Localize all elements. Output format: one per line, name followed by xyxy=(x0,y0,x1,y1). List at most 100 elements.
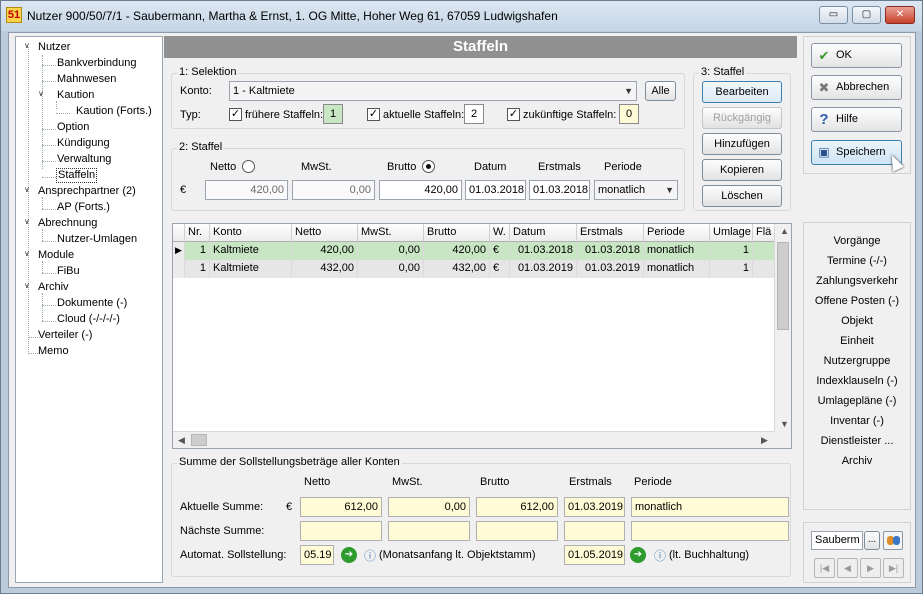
periode-dropdown[interactable]: monatlich ▼ xyxy=(594,180,678,200)
link-vorgaenge[interactable]: Vorgänge xyxy=(803,235,911,247)
column-header-konto[interactable]: Konto xyxy=(210,224,292,242)
scroll-thumb[interactable] xyxy=(777,242,789,330)
vertical-scrollbar[interactable]: ▲ ▼ xyxy=(774,224,791,432)
cell-datum: 01.03.2018 xyxy=(510,242,577,260)
brutto-radio[interactable] xyxy=(422,160,435,173)
tree-item-kaution[interactable]: Kaution xyxy=(57,89,94,102)
go-arrow-icon[interactable]: ➔ xyxy=(341,547,357,563)
user-select-button[interactable]: ... xyxy=(864,531,880,550)
link-archiv[interactable]: Archiv xyxy=(803,455,911,467)
loeschen-button[interactable]: Löschen xyxy=(702,185,782,207)
tree-item-nutzer[interactable]: Nutzer xyxy=(38,41,70,54)
tree-item-nutzer-umlagen[interactable]: Nutzer-Umlagen xyxy=(57,233,137,246)
tree-item-bankverbindung[interactable]: Bankverbindung xyxy=(57,57,137,70)
link-objekt[interactable]: Objekt xyxy=(803,315,911,327)
go-arrow-icon[interactable]: ➔ xyxy=(630,547,646,563)
tree-item-ansprechpartner[interactable]: Ansprechpartner (2) xyxy=(38,185,136,198)
zukuenftige-staffeln-label: zukünftige Staffeln: xyxy=(523,109,617,121)
minimize-button[interactable]: ▭ xyxy=(819,6,848,24)
fruehere-staffeln-checkbox[interactable]: ✓ xyxy=(229,108,242,121)
column-header-netto[interactable]: Netto xyxy=(292,224,358,242)
nav-first-icon[interactable]: |◀ xyxy=(814,558,835,578)
alle-button[interactable]: Alle xyxy=(645,81,676,101)
link-einheit[interactable]: Einheit xyxy=(803,335,911,347)
ok-button[interactable]: ✔ OK xyxy=(811,43,902,68)
kopieren-button[interactable]: Kopieren xyxy=(702,159,782,181)
link-umlageplaene[interactable]: Umlagepläne (-) xyxy=(803,395,911,407)
abbrechen-button[interactable]: ✖ Abbrechen xyxy=(811,75,902,100)
tree-item-option[interactable]: Option xyxy=(57,121,89,134)
tree-item-kaution-forts[interactable]: Kaution (Forts.) xyxy=(76,105,152,118)
tree-item-ap-forts[interactable]: AP (Forts.) xyxy=(57,201,110,214)
scroll-right-icon[interactable]: ▶ xyxy=(761,435,768,446)
users-icon[interactable] xyxy=(883,531,903,550)
link-dienstleister[interactable]: Dienstleister ... xyxy=(803,435,911,447)
brutto-field[interactable]: 420,00 xyxy=(379,180,462,200)
rueckgaengig-button[interactable]: Rückgängig xyxy=(702,107,782,129)
aktuelle-staffeln-checkbox[interactable]: ✓ xyxy=(367,108,380,121)
tree-item-staffeln[interactable]: Staffeln xyxy=(56,168,98,183)
horizontal-scrollbar[interactable]: ◀ ▶ xyxy=(173,431,776,448)
link-nutzergruppe[interactable]: Nutzergruppe xyxy=(803,355,911,367)
scroll-down-icon[interactable]: ▼ xyxy=(780,419,789,429)
link-indexklauseln[interactable]: Indexklauseln (-) xyxy=(803,375,911,387)
collapse-toggle-icon[interactable]: ∨ xyxy=(24,249,30,258)
tree-item-module[interactable]: Module xyxy=(38,249,74,262)
tree-item-cloud[interactable]: Cloud (-/-/-/-) xyxy=(57,313,120,326)
column-header-periode[interactable]: Periode xyxy=(644,224,710,242)
collapse-toggle-icon[interactable]: ∨ xyxy=(24,185,30,194)
collapse-toggle-icon[interactable]: ∨ xyxy=(24,217,30,226)
aktuelle-mwst-field: 0,00 xyxy=(388,497,470,517)
cell-brutto: 432,00 xyxy=(424,260,490,278)
collapse-toggle-icon[interactable]: ∨ xyxy=(38,89,44,98)
zukuenftige-staffeln-checkbox[interactable]: ✓ xyxy=(507,108,520,121)
close-button[interactable]: ✕ xyxy=(885,6,915,24)
summe-currency: € xyxy=(286,501,293,513)
mwst-field[interactable]: 0,00 xyxy=(292,180,375,200)
tree-item-dokumente[interactable]: Dokumente (-) xyxy=(57,297,127,310)
link-zahlungsverkehr[interactable]: Zahlungsverkehr xyxy=(803,275,911,287)
netto-radio[interactable] xyxy=(242,160,255,173)
hilfe-button[interactable]: ? Hilfe xyxy=(811,107,902,132)
column-header-brutto[interactable]: Brutto xyxy=(424,224,490,242)
nav-last-icon[interactable]: ▶| xyxy=(883,558,904,578)
scroll-up-icon[interactable]: ▲ xyxy=(780,226,789,236)
nav-next-icon[interactable]: ▶ xyxy=(860,558,881,578)
column-header-w[interactable]: W. xyxy=(490,224,510,242)
link-inventar[interactable]: Inventar (-) xyxy=(803,415,911,427)
tree-item-archiv[interactable]: Archiv xyxy=(38,281,69,294)
title-bar[interactable]: 51 Nutzer 900/50/7/1 - Saubermann, Marth… xyxy=(1,1,922,31)
tree-item-mahnwesen[interactable]: Mahnwesen xyxy=(57,73,116,86)
link-offene-posten[interactable]: Offene Posten (-) xyxy=(803,295,911,307)
cell-umlage: 1 xyxy=(710,242,753,260)
link-termine[interactable]: Termine (-/-) xyxy=(803,255,911,267)
datum-field[interactable]: 01.03.2018 xyxy=(465,180,526,200)
table-row[interactable]: ▶ 1 Kaltmiete 420,00 0,00 420,00 € 01.03… xyxy=(173,242,776,260)
column-header-datum[interactable]: Datum xyxy=(510,224,577,242)
konto-dropdown[interactable]: 1 - Kaltmiete ▼ xyxy=(229,81,637,101)
column-header-flaeche[interactable]: Flä xyxy=(753,224,776,242)
user-field[interactable]: Sauberm xyxy=(811,531,863,550)
tree-item-memo[interactable]: Memo xyxy=(38,345,69,358)
bearbeiten-button[interactable]: Bearbeiten xyxy=(702,81,782,103)
tree-item-verteiler[interactable]: Verteiler (-) xyxy=(38,329,92,342)
scroll-thumb[interactable] xyxy=(191,434,207,446)
table-row[interactable]: 1 Kaltmiete 432,00 0,00 432,00 € 01.03.2… xyxy=(173,260,776,278)
column-header-nr[interactable]: Nr. xyxy=(185,224,210,242)
hinzufuegen-button[interactable]: Hinzufügen xyxy=(702,133,782,155)
nav-prev-icon[interactable]: ◀ xyxy=(837,558,858,578)
tree-item-fibu[interactable]: FiBu xyxy=(57,265,80,278)
column-header-mwst[interactable]: MwSt. xyxy=(358,224,424,242)
erstmals-field[interactable]: 01.03.2018 xyxy=(529,180,590,200)
maximize-button[interactable]: ▢ xyxy=(852,6,881,24)
netto-field[interactable]: 420,00 xyxy=(205,180,288,200)
collapse-toggle-icon[interactable]: ∨ xyxy=(24,41,30,50)
collapse-toggle-icon[interactable]: ∨ xyxy=(24,281,30,290)
column-header-umlage[interactable]: Umlage xyxy=(710,224,753,242)
summe-periode-label: Periode xyxy=(634,476,672,488)
tree-item-kuendigung[interactable]: Kündigung xyxy=(57,137,110,150)
scroll-left-icon[interactable]: ◀ xyxy=(178,435,185,446)
tree-item-abrechnung[interactable]: Abrechnung xyxy=(38,217,97,230)
tree-item-verwaltung[interactable]: Verwaltung xyxy=(57,153,111,166)
column-header-erstmals[interactable]: Erstmals xyxy=(577,224,644,242)
